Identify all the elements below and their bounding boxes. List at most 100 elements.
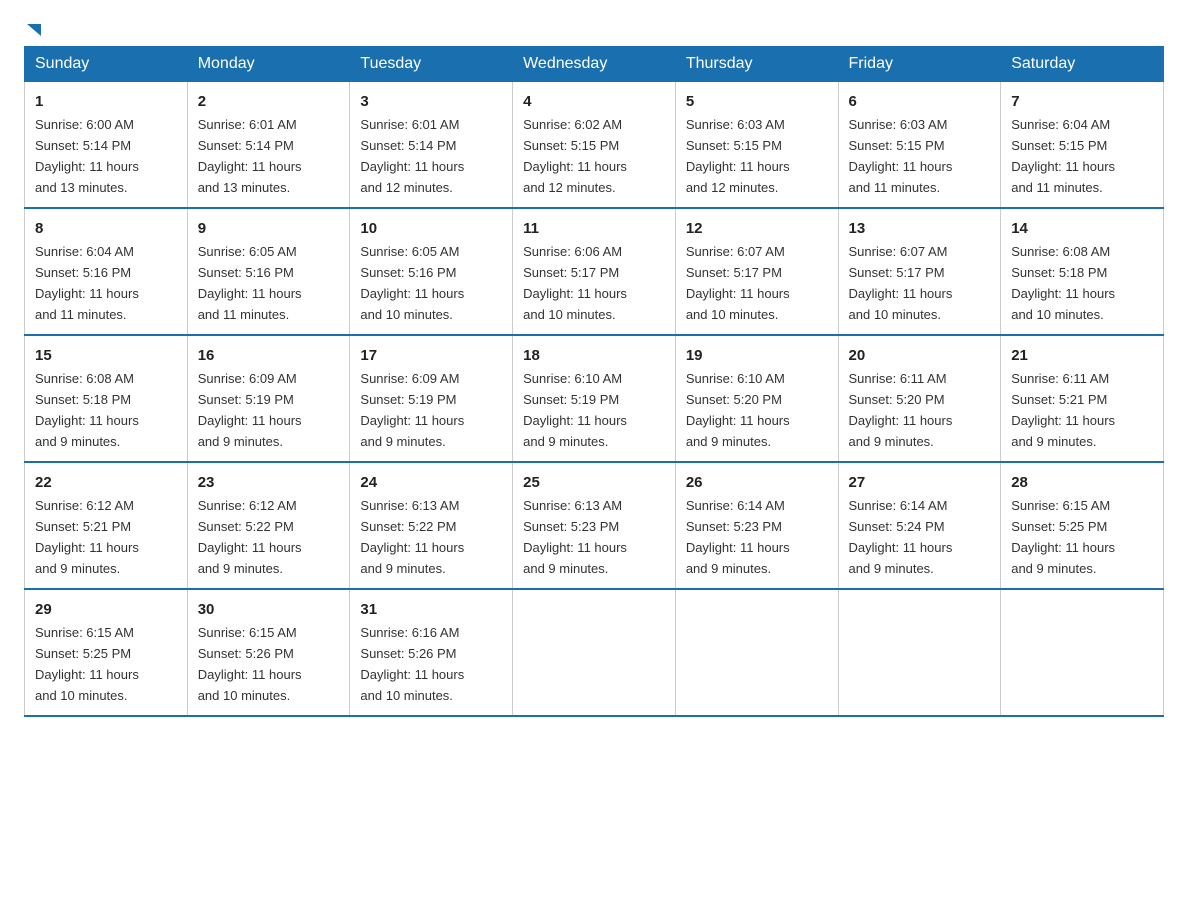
day-number: 24 [360, 471, 502, 494]
calendar-cell [1001, 589, 1164, 716]
day-info: Sunrise: 6:10 AMSunset: 5:19 PMDaylight:… [523, 371, 627, 449]
day-info: Sunrise: 6:06 AMSunset: 5:17 PMDaylight:… [523, 244, 627, 322]
day-info: Sunrise: 6:15 AMSunset: 5:25 PMDaylight:… [35, 625, 139, 703]
day-number: 30 [198, 598, 340, 621]
calendar-header: SundayMondayTuesdayWednesdayThursdayFrid… [25, 47, 1164, 82]
calendar-body: 1 Sunrise: 6:00 AMSunset: 5:14 PMDaylight… [25, 82, 1164, 716]
calendar-cell: 8 Sunrise: 6:04 AMSunset: 5:16 PMDaylight… [25, 208, 188, 335]
day-info: Sunrise: 6:14 AMSunset: 5:24 PMDaylight:… [849, 498, 953, 576]
day-info: Sunrise: 6:09 AMSunset: 5:19 PMDaylight:… [360, 371, 464, 449]
day-number: 23 [198, 471, 340, 494]
day-info: Sunrise: 6:11 AMSunset: 5:21 PMDaylight:… [1011, 371, 1115, 449]
calendar-cell: 4Sunrise: 6:02 AMSunset: 5:15 PMDaylight… [513, 82, 676, 208]
day-number: 21 [1011, 344, 1153, 367]
calendar-cell: 2Sunrise: 6:01 AMSunset: 5:14 PMDaylight… [187, 82, 350, 208]
calendar-cell: 27Sunrise: 6:14 AMSunset: 5:24 PMDayligh… [838, 462, 1001, 589]
day-info: Sunrise: 6:08 AMSunset: 5:18 PMDaylight:… [35, 371, 139, 449]
day-number: 5 [686, 90, 828, 113]
week-row-3: 15 Sunrise: 6:08 AMSunset: 5:18 PMDayligh… [25, 335, 1164, 462]
calendar-cell: 20Sunrise: 6:11 AMSunset: 5:20 PMDayligh… [838, 335, 1001, 462]
header-day-tuesday: Tuesday [350, 47, 513, 82]
calendar-cell: 25 Sunrise: 6:13 AMSunset: 5:23 PMDayligh… [513, 462, 676, 589]
day-number: 25 [523, 471, 665, 494]
calendar-cell: 9Sunrise: 6:05 AMSunset: 5:16 PMDaylight… [187, 208, 350, 335]
calendar-cell: 5 Sunrise: 6:03 AMSunset: 5:15 PMDaylight… [675, 82, 838, 208]
day-number: 2 [198, 90, 340, 113]
day-number: 26 [686, 471, 828, 494]
week-row-2: 8 Sunrise: 6:04 AMSunset: 5:16 PMDaylight… [25, 208, 1164, 335]
day-number: 17 [360, 344, 502, 367]
calendar-cell [513, 589, 676, 716]
day-info: Sunrise: 6:13 AMSunset: 5:23 PMDaylight:… [523, 498, 627, 576]
header-row: SundayMondayTuesdayWednesdayThursdayFrid… [25, 47, 1164, 82]
day-number: 11 [523, 217, 665, 240]
calendar-cell: 13Sunrise: 6:07 AMSunset: 5:17 PMDayligh… [838, 208, 1001, 335]
calendar-cell [675, 589, 838, 716]
day-info: Sunrise: 6:15 AMSunset: 5:26 PMDaylight:… [198, 625, 302, 703]
day-number: 19 [686, 344, 828, 367]
day-info: Sunrise: 6:12 AMSunset: 5:21 PMDaylight:… [35, 498, 139, 576]
day-info: Sunrise: 6:07 AMSunset: 5:17 PMDaylight:… [686, 244, 790, 322]
calendar-cell: 17 Sunrise: 6:09 AMSunset: 5:19 PMDayligh… [350, 335, 513, 462]
day-number: 3 [360, 90, 502, 113]
calendar-table: SundayMondayTuesdayWednesdayThursdayFrid… [24, 46, 1164, 717]
header-day-friday: Friday [838, 47, 1001, 82]
header-day-thursday: Thursday [675, 47, 838, 82]
calendar-cell: 31 Sunrise: 6:16 AMSunset: 5:26 PMDayligh… [350, 589, 513, 716]
calendar-cell: 26 Sunrise: 6:14 AMSunset: 5:23 PMDayligh… [675, 462, 838, 589]
calendar-cell: 19 Sunrise: 6:10 AMSunset: 5:20 PMDayligh… [675, 335, 838, 462]
day-number: 6 [849, 90, 991, 113]
day-info: Sunrise: 6:01 AMSunset: 5:14 PMDaylight:… [360, 117, 464, 195]
calendar-cell: 22 Sunrise: 6:12 AMSunset: 5:21 PMDayligh… [25, 462, 188, 589]
calendar-cell: 15 Sunrise: 6:08 AMSunset: 5:18 PMDayligh… [25, 335, 188, 462]
page-header [24, 24, 1164, 36]
day-number: 8 [35, 217, 177, 240]
day-number: 16 [198, 344, 340, 367]
day-number: 29 [35, 598, 177, 621]
day-info: Sunrise: 6:03 AMSunset: 5:15 PMDaylight:… [849, 117, 953, 195]
day-info: Sunrise: 6:12 AMSunset: 5:22 PMDaylight:… [198, 498, 302, 576]
day-number: 4 [523, 90, 665, 113]
calendar-cell: 11 Sunrise: 6:06 AMSunset: 5:17 PMDayligh… [513, 208, 676, 335]
day-number: 9 [198, 217, 340, 240]
day-number: 1 [35, 90, 177, 113]
calendar-cell: 23 Sunrise: 6:12 AMSunset: 5:22 PMDayligh… [187, 462, 350, 589]
header-day-sunday: Sunday [25, 47, 188, 82]
day-info: Sunrise: 6:03 AMSunset: 5:15 PMDaylight:… [686, 117, 790, 195]
day-number: 14 [1011, 217, 1153, 240]
calendar-cell [838, 589, 1001, 716]
day-number: 12 [686, 217, 828, 240]
calendar-cell: 18 Sunrise: 6:10 AMSunset: 5:19 PMDayligh… [513, 335, 676, 462]
calendar-cell: 21 Sunrise: 6:11 AMSunset: 5:21 PMDayligh… [1001, 335, 1164, 462]
header-day-monday: Monday [187, 47, 350, 82]
day-info: Sunrise: 6:15 AMSunset: 5:25 PMDaylight:… [1011, 498, 1115, 576]
day-info: Sunrise: 6:09 AMSunset: 5:19 PMDaylight:… [198, 371, 302, 449]
day-info: Sunrise: 6:13 AMSunset: 5:22 PMDaylight:… [360, 498, 464, 576]
day-info: Sunrise: 6:10 AMSunset: 5:20 PMDaylight:… [686, 371, 790, 449]
day-info: Sunrise: 6:04 AMSunset: 5:15 PMDaylight:… [1011, 117, 1115, 195]
week-row-4: 22 Sunrise: 6:12 AMSunset: 5:21 PMDayligh… [25, 462, 1164, 589]
day-info: Sunrise: 6:05 AMSunset: 5:16 PMDaylight:… [360, 244, 464, 322]
calendar-cell: 7 Sunrise: 6:04 AMSunset: 5:15 PMDaylight… [1001, 82, 1164, 208]
day-number: 10 [360, 217, 502, 240]
day-info: Sunrise: 6:07 AMSunset: 5:17 PMDaylight:… [849, 244, 953, 322]
week-row-1: 1 Sunrise: 6:00 AMSunset: 5:14 PMDaylight… [25, 82, 1164, 208]
day-info: Sunrise: 6:16 AMSunset: 5:26 PMDaylight:… [360, 625, 464, 703]
calendar-cell: 30 Sunrise: 6:15 AMSunset: 5:26 PMDayligh… [187, 589, 350, 716]
day-number: 15 [35, 344, 177, 367]
header-day-wednesday: Wednesday [513, 47, 676, 82]
day-info: Sunrise: 6:00 AMSunset: 5:14 PMDaylight:… [35, 117, 139, 195]
day-number: 22 [35, 471, 177, 494]
day-number: 18 [523, 344, 665, 367]
day-number: 7 [1011, 90, 1153, 113]
day-number: 28 [1011, 471, 1153, 494]
calendar-cell: 10 Sunrise: 6:05 AMSunset: 5:16 PMDayligh… [350, 208, 513, 335]
day-number: 20 [849, 344, 991, 367]
logo [24, 24, 41, 36]
calendar-cell: 12 Sunrise: 6:07 AMSunset: 5:17 PMDayligh… [675, 208, 838, 335]
day-info: Sunrise: 6:14 AMSunset: 5:23 PMDaylight:… [686, 498, 790, 576]
day-info: Sunrise: 6:04 AMSunset: 5:16 PMDaylight:… [35, 244, 139, 322]
day-number: 31 [360, 598, 502, 621]
week-row-5: 29 Sunrise: 6:15 AMSunset: 5:25 PMDayligh… [25, 589, 1164, 716]
calendar-cell: 1 Sunrise: 6:00 AMSunset: 5:14 PMDaylight… [25, 82, 188, 208]
